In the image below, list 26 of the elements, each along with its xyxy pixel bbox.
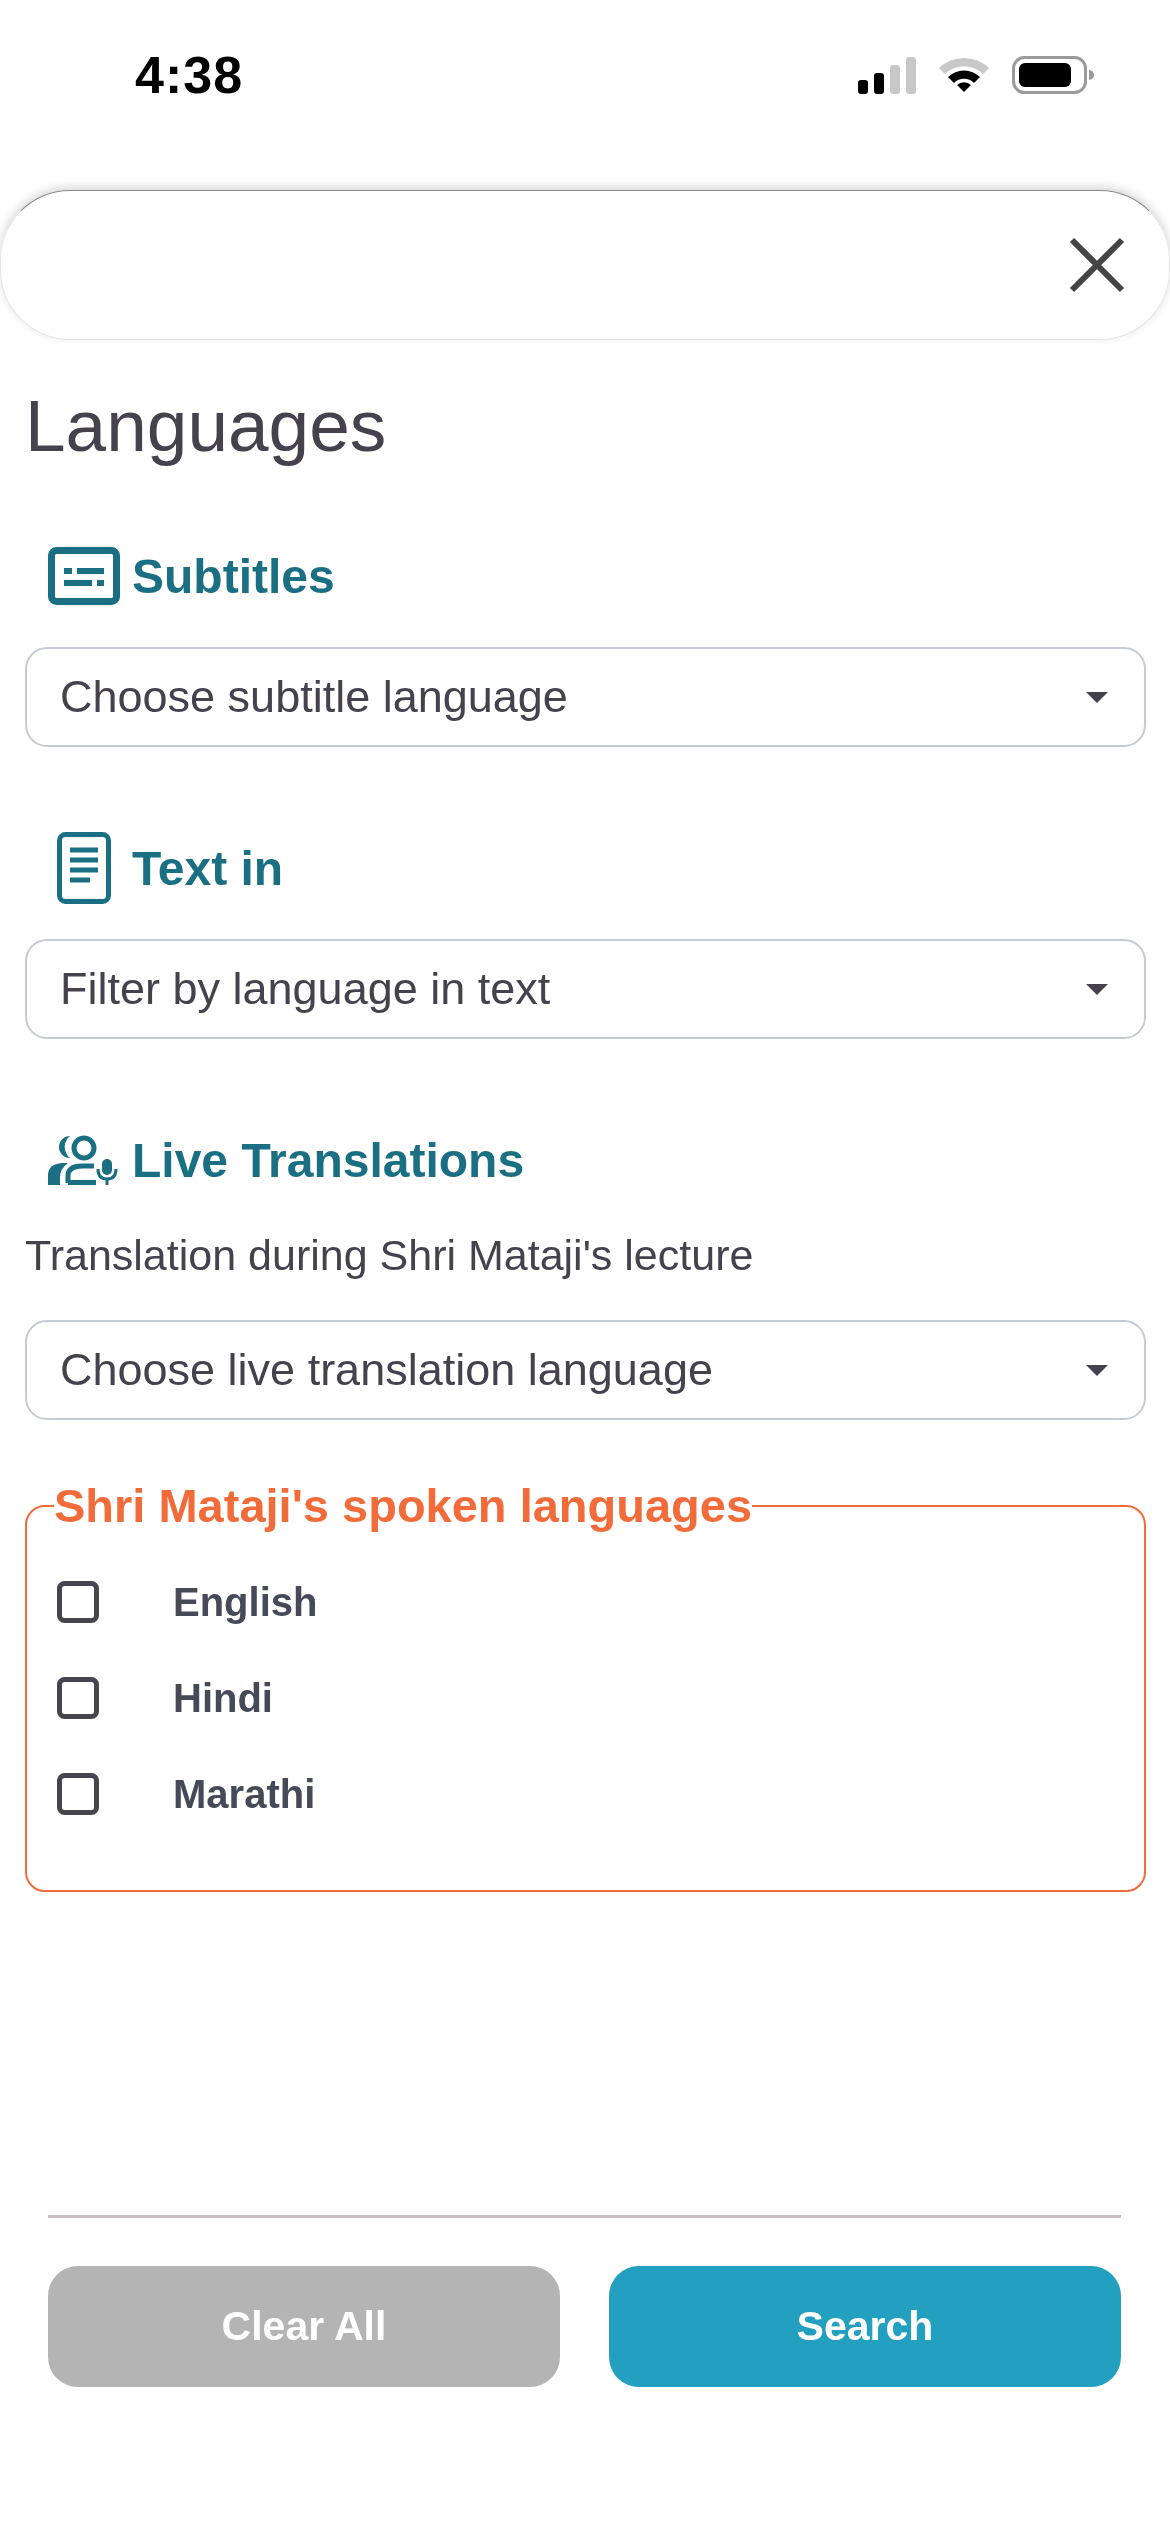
caret-icon <box>1086 1364 1108 1376</box>
close-icon[interactable] <box>1069 237 1125 293</box>
checkbox[interactable] <box>57 1677 99 1719</box>
option-label: Marathi <box>173 1771 316 1817</box>
section-description: Translation during Shri Mataji's lecture <box>25 1230 755 1280</box>
checkbox[interactable] <box>57 1581 99 1623</box>
checkbox[interactable] <box>57 1773 99 1815</box>
subtitles-icon <box>48 547 120 605</box>
language-dropdown[interactable]: Choose subtitle language <box>25 647 1146 747</box>
people-microphone-icon <box>48 1135 120 1185</box>
battery-icon <box>1012 56 1094 94</box>
status-time: 4:38 <box>135 45 244 105</box>
option-label: Hindi <box>173 1675 273 1721</box>
language-dropdown[interactable]: Filter by language in text <box>25 939 1146 1039</box>
caret-icon <box>1086 691 1108 703</box>
section-heading: Subtitles <box>132 548 335 604</box>
option-label: English <box>173 1579 318 1625</box>
section-heading: Text in <box>132 840 284 896</box>
document-icon <box>57 832 111 904</box>
section-heading: Live Translations <box>132 1132 525 1188</box>
wifi-icon <box>938 56 990 94</box>
group-legend: Shri Mataji's spoken languages <box>54 1478 753 1534</box>
signal-icon <box>858 56 916 94</box>
page-title: Languages <box>25 384 388 468</box>
language-dropdown[interactable]: Choose live translation language <box>25 1320 1146 1420</box>
caret-icon <box>1086 983 1108 995</box>
